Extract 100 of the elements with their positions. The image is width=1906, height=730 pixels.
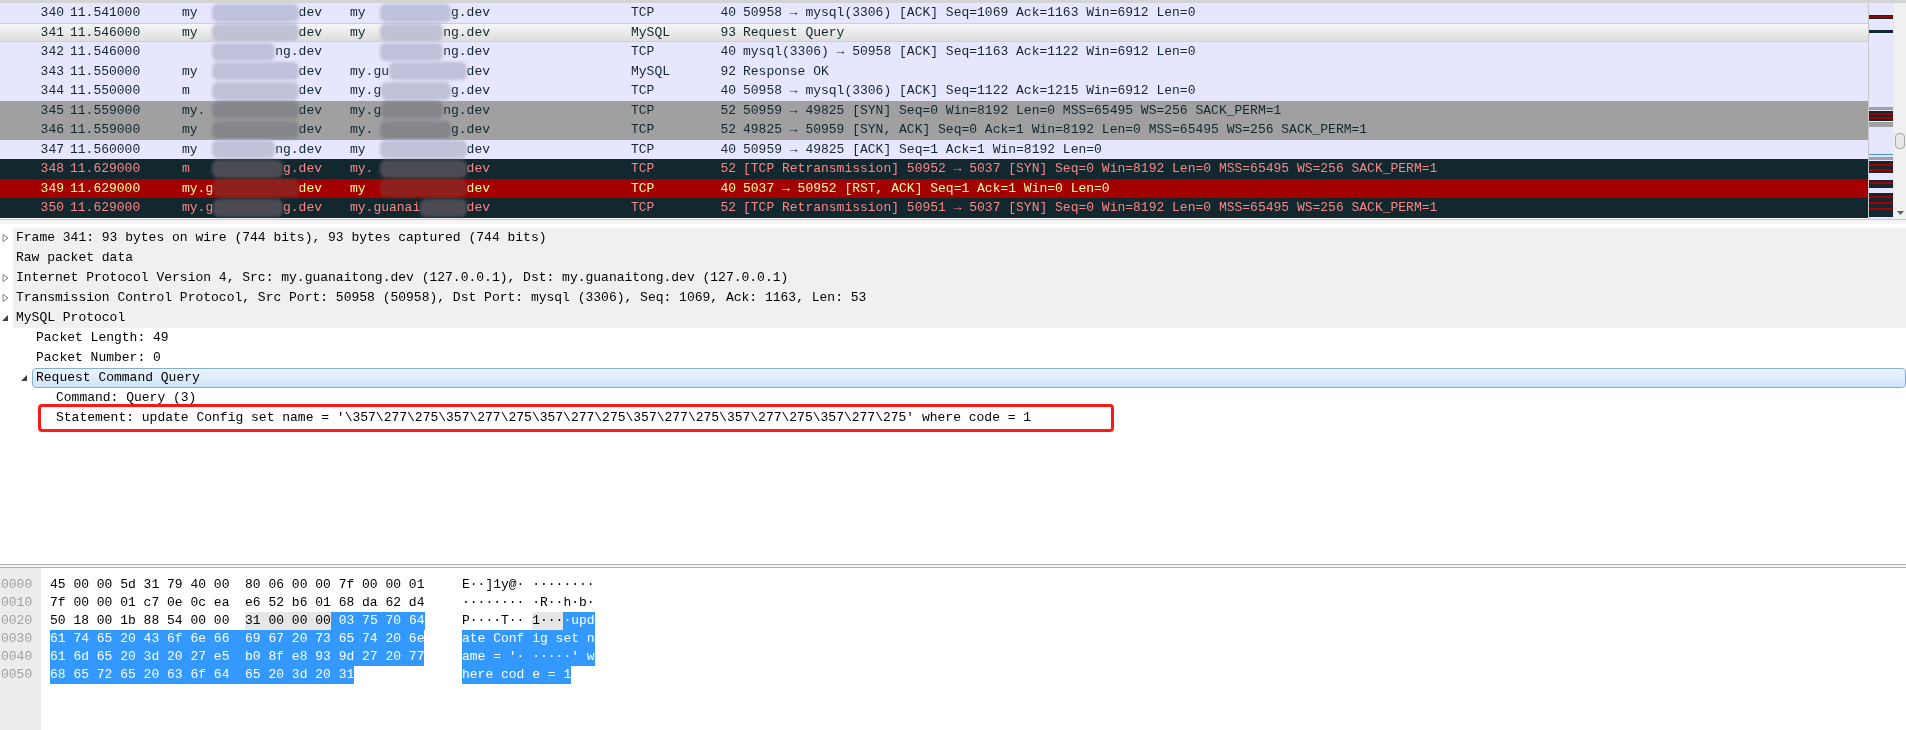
redaction-blur	[380, 23, 444, 42]
packet-row[interactable]: 342 11.546000 ng.dev ng.dev TCP 40 mysql(3306) → 50958 [ACK] Seq=1163 Ack=1122 Win=6912 Len=0	[0, 42, 1868, 62]
tree-item[interactable]: MySQL Protocol	[16, 308, 126, 328]
expand-icon[interactable]	[2, 274, 9, 282]
ascii-text: 1···	[532, 612, 564, 630]
hex-bytes: 68 65 72 65 20 63 6f 64 65 20 3d 20 31	[50, 666, 355, 684]
packet-row[interactable]: 346 11.559000 my dev my. g.dev TCP 52 49825 → 50959 [SYN, ACK] Seq=0 Ack=1 Win=8192 Len=0 MSS=65495 WS=256 SACK_PERM=1	[0, 120, 1868, 140]
protocol-text: TCP	[631, 160, 656, 178]
packet-number: 340	[39, 4, 64, 22]
info-text: 50958 → mysql(3306) [ACK] Seq=1069 Ack=1163 Win=6912 Len=0	[743, 4, 1196, 22]
address-text: my	[350, 23, 367, 42]
length-text: 93	[719, 23, 736, 42]
ascii-text: ·upd	[563, 612, 595, 630]
address-text: my.guanai	[350, 199, 421, 217]
address-text: ng.dev	[443, 23, 490, 42]
packet-time: 11.546000	[70, 43, 142, 61]
info-text: 5037 → 50952 [RST, ACK] Seq=1 Ack=1 Win=0 Len=0	[743, 179, 1110, 198]
info-text: mysql(3306) → 50958 [ACK] Seq=1163 Ack=1122 Win=6912 Len=0	[743, 43, 1196, 61]
length-text: 52	[719, 160, 736, 178]
address-text: my.g	[182, 199, 214, 217]
packet-number: 345	[39, 101, 64, 120]
length-text: 52	[719, 101, 736, 120]
tree-item[interactable]: Packet Length: 49	[36, 328, 169, 348]
length-text: 92	[719, 62, 736, 81]
address-text: dev	[466, 140, 490, 159]
redaction-blur	[380, 3, 451, 22]
address-text: my	[182, 62, 199, 81]
packet-number: 348	[39, 160, 64, 178]
info-text: Response OK	[743, 62, 829, 81]
address-text: m	[182, 82, 191, 100]
info-text: 49825 → 50959 [SYN, ACK] Seq=0 Ack=1 Win=8192 Len=0 MSS=65495 WS=256 SACK_PERM=1	[743, 121, 1368, 139]
address-text: my.	[350, 160, 375, 178]
tree-item[interactable]: Packet Number: 0	[36, 348, 161, 368]
address-text: my.	[350, 121, 375, 139]
address-text: g.dev	[283, 160, 322, 178]
packet-row[interactable]: 340 11.541000 my dev my g.dev TCP 40 50958 → mysql(3306) [ACK] Seq=1069 Ack=1163 Win=6912 Len=0	[0, 3, 1868, 23]
address-text: my	[350, 4, 367, 22]
packet-row[interactable]: 345 11.559000 my. dev my.g ng.dev TCP 52 50959 → 49825 [SYN] Seq=0 Win=8192 Len=0 MSS=65495 WS=256 SACK_PERM=1	[0, 100, 1868, 120]
redaction-blur	[380, 42, 444, 61]
packet-row[interactable]: 343 11.550000 my dev my.gu dev MySQL 92 Response OK	[0, 61, 1868, 81]
hex-bytes: 31 00 00 00	[245, 612, 331, 630]
packet-number: 346	[39, 121, 64, 139]
expand-icon[interactable]	[2, 234, 9, 242]
address-text: dev	[298, 121, 322, 139]
packet-row[interactable]: 341 11.546000 my dev my ng.dev MySQL 93 Request Query	[0, 22, 1868, 42]
packet-time: 11.629000	[70, 160, 142, 178]
protocol-text: TCP	[631, 121, 656, 139]
packet-number: 341	[39, 23, 64, 42]
collapse-icon[interactable]	[21, 374, 28, 382]
address-text: dev	[466, 160, 490, 178]
hex-bytes: 50 18 00 1b 88 54 00 00	[50, 612, 231, 630]
collapse-icon[interactable]	[2, 314, 9, 322]
tree-item[interactable]: Request Command Query	[32, 368, 1906, 388]
expand-icon[interactable]	[2, 294, 9, 302]
scrollbar-thumb[interactable]	[1895, 133, 1905, 149]
redaction-blur	[212, 159, 283, 178]
packet-row[interactable]: 347 11.560000 my ng.dev my dev TCP 40 50959 → 49825 [ACK] Seq=1 Ack=1 Win=8192 Len=0	[0, 139, 1868, 159]
protocol-text: TCP	[631, 140, 656, 159]
protocol-text: TCP	[631, 199, 656, 217]
protocol-text: MySQL	[631, 62, 671, 81]
address-text: g.dev	[451, 82, 490, 100]
hex-offset: 0040	[0, 648, 34, 666]
address-text: my	[182, 121, 199, 139]
hex-offset: 0000	[0, 576, 34, 594]
address-text: my.g	[182, 179, 214, 198]
address-text: dev	[298, 4, 322, 22]
info-text: Request Query	[743, 23, 845, 42]
ascii-text: ate Conf ig set n	[462, 630, 595, 648]
protocol-text: TCP	[631, 101, 656, 120]
tree-item[interactable]: Command: Query (3)	[56, 388, 197, 408]
redaction-blur	[381, 81, 451, 100]
hex-bytes: 03 75 70 64	[330, 612, 425, 630]
length-text: 40	[719, 82, 736, 100]
protocol-text: TCP	[631, 82, 656, 100]
address-text: g.dev	[451, 4, 490, 22]
length-text: 40	[719, 4, 736, 22]
packet-row[interactable]: 349 11.629000 my.g dev my dev TCP 40 5037 → 50952 [RST, ACK] Seq=1 Ack=1 Win=0 Len=0	[0, 178, 1868, 198]
tree-item[interactable]: Statement: update Config set name = '\357\277\275\357\277\275\357\277\275\357\277\275\357\277\275\357\277\275' where code = 1	[56, 408, 1032, 428]
tree-item[interactable]: Raw packet data	[16, 248, 134, 268]
redaction-blur	[212, 42, 276, 61]
address-text: dev	[298, 179, 322, 198]
packet-number: 349	[39, 179, 64, 198]
address-text: g.dev	[451, 121, 490, 139]
length-text: 52	[719, 121, 736, 139]
packet-number: 342	[39, 43, 64, 61]
hex-offset: 0020	[0, 612, 34, 630]
packet-row[interactable]: 350 11.629000 my.g g.dev my.guanai dev TCP 52 [TCP Retransmission] 50951 → 5037 [SYN] Seq=0 Win=8192 Len=0 MSS=65495 WS=256 SACK_PERM=1	[0, 198, 1868, 218]
scroll-down-icon[interactable]	[1897, 211, 1904, 215]
address-text: ng.dev	[443, 43, 490, 61]
address-text: my	[182, 140, 199, 159]
address-text: my	[182, 23, 199, 42]
address-text: my	[350, 140, 367, 159]
packet-row[interactable]: 348 11.629000 m g.dev my. dev TCP 52 [TCP Retransmission] 50952 → 5037 [SYN] Seq=0 Win=8192 Len=0 MSS=65495 WS=256 SACK_PERM=1	[0, 159, 1868, 179]
packet-time: 11.560000	[70, 140, 142, 159]
packet-row[interactable]: 344 11.550000 m dev my.g g.dev TCP 40 50958 → mysql(3306) [ACK] Seq=1122 Ack=1215 Win=6912 Len=0	[0, 81, 1868, 101]
address-text: my.g	[350, 82, 382, 100]
packet-time: 11.541000	[70, 4, 142, 22]
address-text: dev	[298, 101, 322, 120]
address-text: my.g	[350, 101, 382, 120]
packet-number: 343	[39, 62, 64, 81]
